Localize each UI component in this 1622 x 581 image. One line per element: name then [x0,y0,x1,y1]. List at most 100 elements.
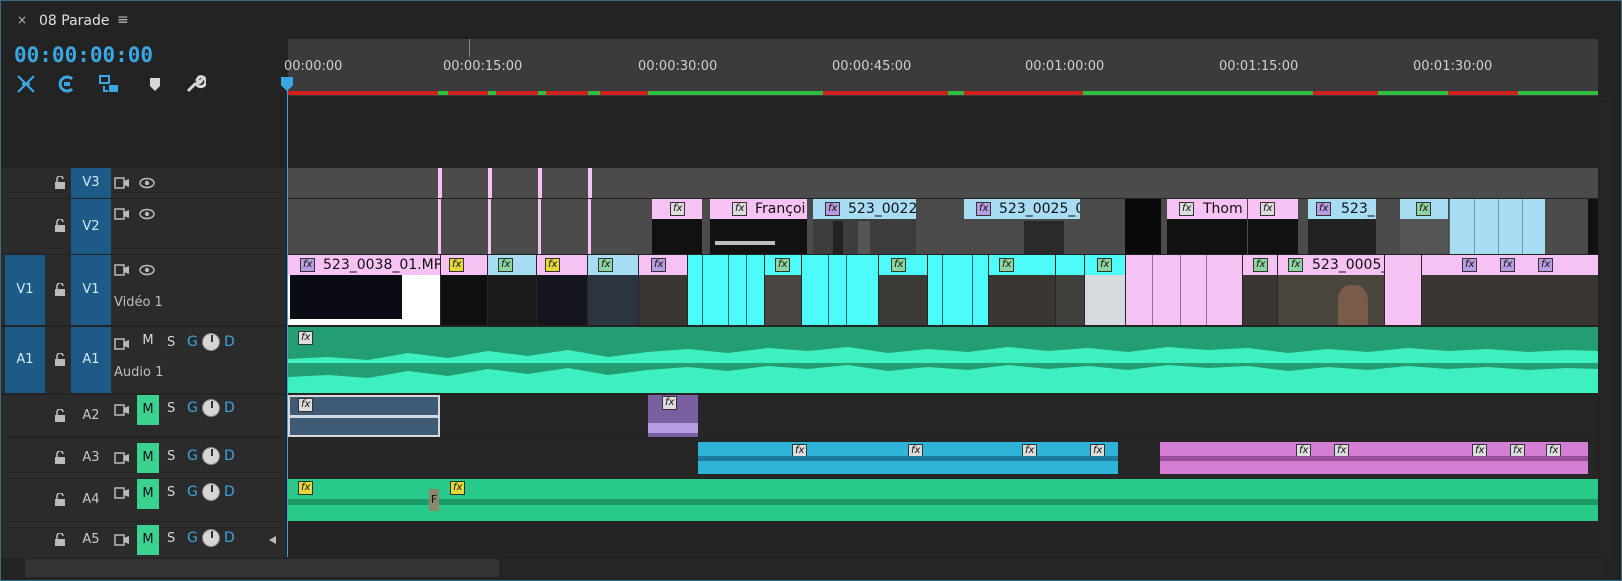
clip[interactable] [688,255,764,325]
transition-marker[interactable]: F [429,489,439,511]
track-area-v3[interactable] [288,168,1598,198]
eye-icon[interactable] [139,207,155,221]
d-button[interactable]: D [224,448,235,464]
track-area-v1[interactable]: fx 523_0038_01.MP4 fx fx fx fx fx fx fx … [288,255,1598,325]
clip[interactable] [588,199,591,254]
clip[interactable]: fx [1085,255,1125,325]
clip[interactable] [1449,199,1545,254]
lock-icon[interactable] [53,219,67,233]
voice-over-button[interactable]: G [187,400,198,416]
clip[interactable] [488,168,492,198]
track-area-v2[interactable]: fx fx Françoi fx 523_0022_ fx 523_0025_0 [288,199,1598,254]
track-name-v2[interactable]: V2 [71,199,111,254]
clip-523-0005[interactable]: fx 523_0005_ [1278,255,1384,325]
d-button[interactable]: D [224,484,235,500]
lock-icon[interactable] [53,353,67,367]
clip[interactable]: fx [652,199,702,254]
clip[interactable] [1126,255,1242,325]
time-ruler[interactable]: 00:00:00 00:00:15:00 00:00:30:00 00:00:4… [284,39,1598,96]
clip[interactable]: fx [648,395,698,437]
clip-523[interactable]: fx 523_ [1308,199,1376,254]
clip[interactable] [1125,199,1161,254]
panel-menu-icon[interactable]: ≡ [117,12,129,28]
clip[interactable]: fx [488,255,536,325]
lock-icon[interactable] [53,533,67,547]
voice-over-button[interactable]: G [187,448,198,464]
lock-icon[interactable] [53,283,67,297]
sync-lock-icon[interactable] [114,403,130,417]
clip[interactable]: fx [639,255,687,325]
clip[interactable] [488,199,491,254]
track-name-a1[interactable]: A1 [71,327,111,393]
d-button[interactable]: D [224,400,235,416]
source-patch-v1[interactable]: V1 [5,255,45,325]
mute-button[interactable]: M [137,479,159,509]
clip[interactable]: fx [1243,255,1277,325]
eye-icon[interactable] [139,176,155,190]
clip-francois[interactable]: fx Françoi [710,199,807,254]
track-name-a2[interactable]: A2 [71,395,111,437]
clip[interactable]: fx [765,255,801,325]
mute-button[interactable]: M [137,395,159,425]
track-name-a3[interactable]: A3 [71,438,111,478]
clip[interactable] [928,255,988,325]
track-area-a5[interactable] [288,522,1598,558]
solo-button[interactable]: S [167,335,175,350]
playhead-line[interactable] [287,79,288,557]
clip[interactable]: fx [537,255,587,325]
linked-selection-icon[interactable] [55,73,77,95]
track-area-a1[interactable]: fx [288,327,1598,393]
volume-knob-icon[interactable] [202,529,220,547]
clip[interactable] [438,199,441,254]
mute-button[interactable]: M [137,525,159,555]
mute-button[interactable]: M [137,443,159,473]
clip[interactable]: fx [588,255,638,325]
sync-lock-icon[interactable] [114,486,130,500]
volume-knob-icon[interactable] [202,399,220,417]
clip[interactable]: fx [989,255,1055,325]
clip[interactable] [1385,255,1421,325]
eye-icon[interactable] [139,263,155,277]
sync-lock-icon[interactable] [114,263,130,277]
clip-thom[interactable]: fx Thom [1167,199,1247,254]
sync-lock-icon[interactable] [114,337,130,351]
clip[interactable] [1056,255,1084,325]
insert-overwrite-icon[interactable] [98,73,120,95]
voice-over-button[interactable]: G [187,484,198,500]
lock-icon[interactable] [53,451,67,465]
clip[interactable]: fx fx fx fx [698,442,1118,474]
clip[interactable]: fx fx fx [1422,255,1598,325]
sync-lock-icon[interactable] [114,451,130,465]
clip[interactable] [802,255,878,325]
lock-icon[interactable] [53,409,67,423]
volume-knob-icon[interactable] [202,447,220,465]
solo-button[interactable]: S [167,401,175,416]
clip[interactable] [438,168,442,198]
clip[interactable] [538,168,542,198]
clip[interactable] [588,168,592,198]
solo-button[interactable]: S [167,531,175,546]
voice-over-button[interactable]: G [187,530,198,546]
close-tab-icon[interactable]: × [15,13,29,27]
solo-button[interactable]: S [167,449,175,464]
clip[interactable]: fx [1248,199,1298,254]
clip[interactable]: fx [1400,199,1448,254]
track-name-a4[interactable]: A4 [71,479,111,521]
sequence-tab[interactable]: × 08 Parade ≡ [1,1,1621,41]
lock-icon[interactable] [53,176,67,190]
clip[interactable]: fx fx fx fx fx [1160,442,1588,474]
clip[interactable]: fx [879,255,927,325]
playhead-timecode[interactable]: 00:00:00:00 [14,43,153,67]
add-marker-icon[interactable] [144,73,166,95]
vertical-scrollbar[interactable] [1600,97,1612,557]
clip-523-0025[interactable]: fx 523_0025_0 [964,199,1080,254]
sync-lock-icon[interactable] [114,207,130,221]
clip-523-0038[interactable]: fx 523_0038_01.MP4 [288,255,440,325]
mute-button[interactable]: M [137,329,159,353]
d-button[interactable]: D [224,530,235,546]
d-button[interactable]: D [224,334,235,350]
track-name-v3[interactable]: V3 [71,168,111,198]
horizontal-scrollbar-track[interactable] [499,559,1604,577]
clip[interactable] [1588,199,1598,254]
lock-icon[interactable] [53,493,67,507]
